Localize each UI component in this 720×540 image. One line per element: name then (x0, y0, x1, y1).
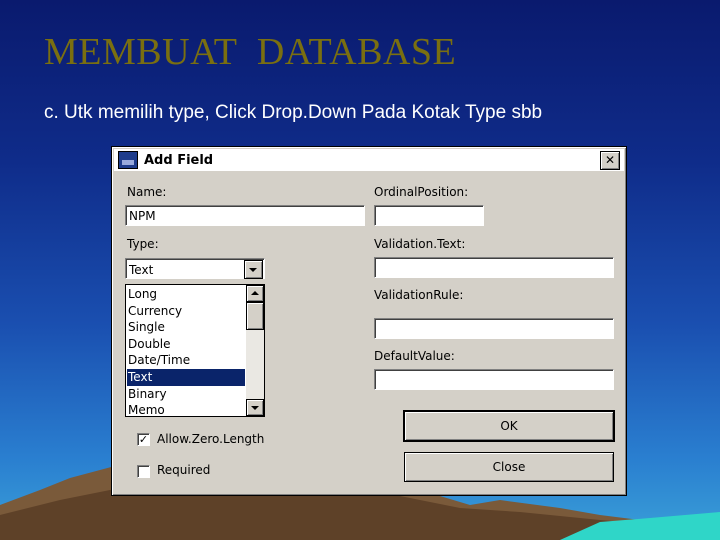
type-option-currency[interactable]: Currency (127, 303, 245, 320)
dialog-title: Add Field (144, 152, 214, 168)
close-icon[interactable]: ✕ (600, 151, 620, 170)
type-option-long[interactable]: Long (127, 286, 245, 303)
default-value-label: DefaultValue: (374, 349, 455, 363)
type-option-binary[interactable]: Binary (127, 386, 245, 403)
slide-title: MEMBUAT DATABASE (44, 31, 457, 73)
dialog-titlebar[interactable]: Add Field ✕ (114, 149, 624, 171)
type-option-double[interactable]: Double (127, 336, 245, 353)
app-icon (118, 151, 138, 169)
ordinal-position-label: OrdinalPosition: (374, 185, 469, 199)
type-dropdown-list[interactable]: Long Currency Single Double Date/Time Text Bin… (125, 284, 265, 417)
chevron-down-icon[interactable] (244, 260, 263, 279)
validation-text-field[interactable] (374, 257, 614, 278)
scroll-up-icon[interactable] (246, 285, 264, 302)
slide-subtitle: c. Utk memilih type, Click Drop.Down Pad… (44, 102, 543, 123)
validation-text-label: Validation.Text: (374, 237, 466, 251)
required-label: Required (157, 463, 211, 477)
allow-zero-length-label: Allow.Zero.Length (157, 432, 265, 446)
name-field[interactable]: NPM (125, 205, 365, 226)
check-icon: ✓ (138, 433, 149, 446)
required-checkbox[interactable] (137, 465, 150, 478)
type-combobox-value: Text (129, 263, 154, 277)
close-button[interactable]: Close (404, 452, 614, 482)
type-option-single[interactable]: Single (127, 319, 245, 336)
scroll-thumb[interactable] (246, 302, 264, 330)
scroll-down-icon[interactable] (246, 399, 264, 416)
type-option-date-time[interactable]: Date/Time (127, 352, 245, 369)
add-field-dialog: Add Field ✕ Name: NPM Type: Text Long Cur… (111, 146, 627, 496)
type-option-text[interactable]: Text (127, 368, 245, 386)
validation-rule-label: ValidationRule: (374, 288, 464, 302)
type-label: Type: (127, 237, 159, 251)
type-option-memo[interactable]: Memo (127, 402, 245, 419)
default-value-field[interactable] (374, 369, 614, 390)
type-combobox[interactable]: Text (125, 258, 265, 279)
validation-rule-field[interactable] (374, 318, 614, 339)
allow-zero-length-checkbox[interactable]: ✓ (137, 433, 150, 446)
dropdown-scrollbar[interactable] (246, 285, 264, 416)
ordinal-position-field[interactable] (374, 205, 484, 226)
name-label: Name: (127, 185, 167, 199)
ok-button[interactable]: OK (403, 410, 615, 442)
